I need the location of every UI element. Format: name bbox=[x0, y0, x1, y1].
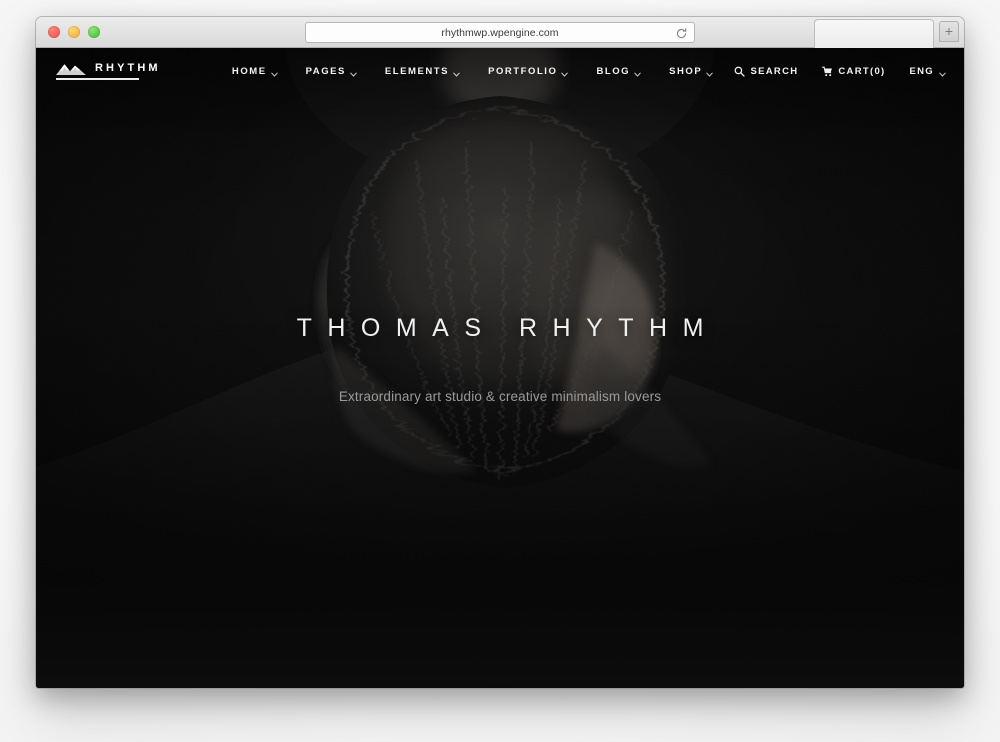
browser-toolbar: rhythmwp.wpengine.com + bbox=[36, 17, 964, 48]
nav-item-label: ELEMENTS bbox=[384, 65, 450, 77]
nav-item-label: PORTFOLIO bbox=[488, 65, 558, 77]
nav-item-label: SHOP bbox=[669, 65, 703, 77]
brand-logo[interactable]: RHYTHM bbox=[56, 62, 161, 80]
brand-logo-row: RHYTHM bbox=[56, 62, 161, 75]
nav-item-pages[interactable]: PAGES bbox=[306, 66, 357, 77]
nav-item-blog[interactable]: BLOG bbox=[596, 66, 641, 77]
brand-underline bbox=[56, 78, 139, 80]
maximize-window-button[interactable] bbox=[88, 26, 100, 38]
chevron-down-icon bbox=[706, 69, 714, 77]
nav-item-label: HOME bbox=[231, 65, 267, 77]
new-tab-button[interactable]: + bbox=[939, 21, 959, 42]
chevron-down-icon bbox=[350, 69, 357, 77]
language-label: ENG bbox=[909, 65, 934, 77]
hero-copy: THOMAS RHYTHM Extraordinary art studio &… bbox=[36, 314, 964, 405]
page-title: THOMAS RHYTHM bbox=[296, 314, 719, 342]
nav-item-elements[interactable]: ELEMENTS bbox=[385, 66, 460, 77]
site-header: RHYTHM HOME PAGES ELEMENTS PORTFOLIO BLO… bbox=[36, 48, 964, 94]
cart-label: CART(0) bbox=[838, 65, 886, 77]
chevron-down-icon bbox=[270, 69, 278, 77]
search-button[interactable]: SEARCH bbox=[734, 66, 798, 77]
minimize-window-button[interactable] bbox=[68, 26, 80, 38]
browser-tab[interactable] bbox=[814, 19, 934, 48]
desktop-backdrop: rhythmwp.wpengine.com + RHYTHM HOME PAGE… bbox=[0, 0, 1000, 742]
cart-icon bbox=[822, 66, 833, 77]
brand-name: RHYTHM bbox=[95, 62, 161, 74]
nav-item-shop[interactable]: SHOP bbox=[669, 65, 714, 77]
browser-window: rhythmwp.wpengine.com + RHYTHM HOME PAGE… bbox=[36, 17, 964, 688]
url-text: rhythmwp.wpengine.com bbox=[441, 26, 559, 39]
nav-item-label: PAGES bbox=[305, 65, 346, 77]
hero-subtitle: Extraordinary art studio & creative mini… bbox=[338, 389, 662, 404]
search-icon bbox=[734, 66, 746, 77]
chevron-down-icon bbox=[453, 69, 460, 77]
chevron-down-icon bbox=[939, 69, 946, 77]
chevron-down-icon bbox=[561, 69, 569, 77]
utility-nav: SEARCH CART(0) ENG bbox=[734, 66, 946, 77]
nav-item-label: BLOG bbox=[596, 65, 631, 77]
window-controls bbox=[48, 26, 100, 38]
main-nav: HOME PAGES ELEMENTS PORTFOLIO BLOG SHOP bbox=[182, 65, 714, 77]
mountain-icon bbox=[56, 62, 86, 75]
nav-item-portfolio[interactable]: PORTFOLIO bbox=[488, 65, 569, 77]
language-selector[interactable]: ENG bbox=[910, 66, 947, 77]
cart-button[interactable]: CART(0) bbox=[822, 66, 885, 77]
address-bar[interactable]: rhythmwp.wpengine.com bbox=[305, 22, 695, 43]
reload-icon[interactable] bbox=[675, 27, 688, 40]
close-window-button[interactable] bbox=[48, 26, 60, 38]
search-label: SEARCH bbox=[750, 65, 799, 77]
chevron-down-icon bbox=[634, 69, 641, 77]
nav-item-home[interactable]: HOME bbox=[232, 66, 278, 77]
page-viewport: RHYTHM HOME PAGES ELEMENTS PORTFOLIO BLO… bbox=[36, 48, 964, 688]
